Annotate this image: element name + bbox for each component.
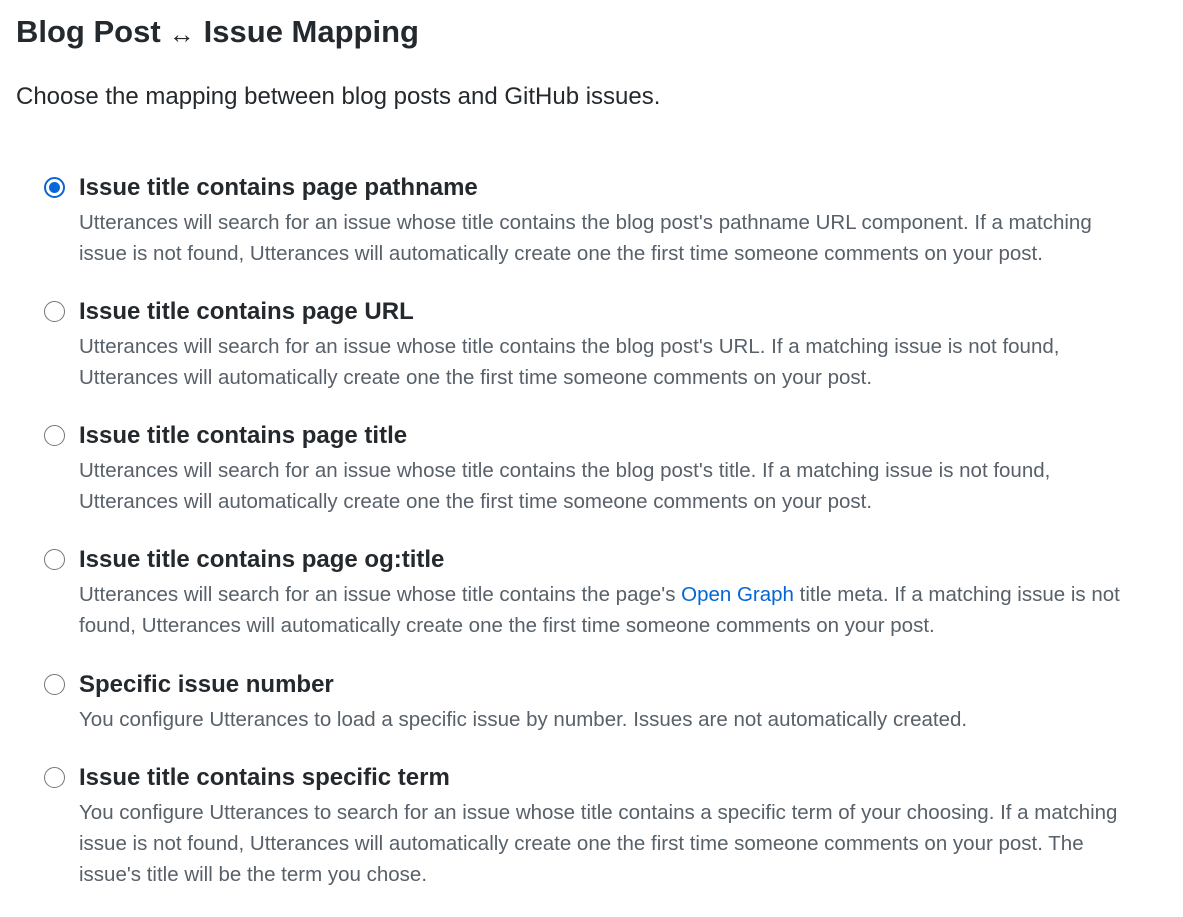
radio-title[interactable]: [44, 425, 65, 446]
option-description-specific-term: You configure Utterances to search for a…: [79, 801, 1118, 886]
open-graph-link[interactable]: Open Graph: [681, 583, 794, 606]
option-label-issue-number[interactable]: Specific issue number: [79, 671, 334, 699]
intro-text: Choose the mapping between blog posts an…: [16, 83, 661, 110]
option-label-pathname[interactable]: Issue title contains page pathname: [79, 174, 478, 202]
option-description-url: Utterances will search for an issue whos…: [79, 335, 1060, 389]
page-title: Blog Post ↔ Issue Mapping: [16, 12, 419, 53]
radio-url[interactable]: [44, 301, 65, 322]
option-label-og-title[interactable]: Issue title contains page og:title: [79, 546, 444, 574]
radio-pathname[interactable]: [44, 177, 65, 198]
option-label-title[interactable]: Issue title contains page title: [79, 422, 407, 450]
option-description-pathname: Utterances will search for an issue whos…: [79, 211, 1092, 265]
radio-issue-number[interactable]: [44, 674, 65, 695]
og-description-before: Utterances will search for an issue whos…: [79, 583, 682, 606]
option-label-specific-term[interactable]: Issue title contains specific term: [79, 764, 450, 792]
option-description-issue-number: You configure Utterances to load a speci…: [79, 708, 968, 731]
page-title-right: Issue Mapping: [203, 14, 419, 49]
page-title-left: Blog Post: [16, 14, 161, 49]
option-description-og-title: Utterances will search for an issue whos…: [79, 579, 1139, 641]
radio-specific-term[interactable]: [44, 767, 65, 788]
radio-og-title[interactable]: [44, 549, 65, 570]
left-right-arrow-icon: ↔: [168, 19, 195, 49]
option-label-url[interactable]: Issue title contains page URL: [79, 298, 414, 326]
option-description-title: Utterances will search for an issue whos…: [79, 459, 1051, 513]
